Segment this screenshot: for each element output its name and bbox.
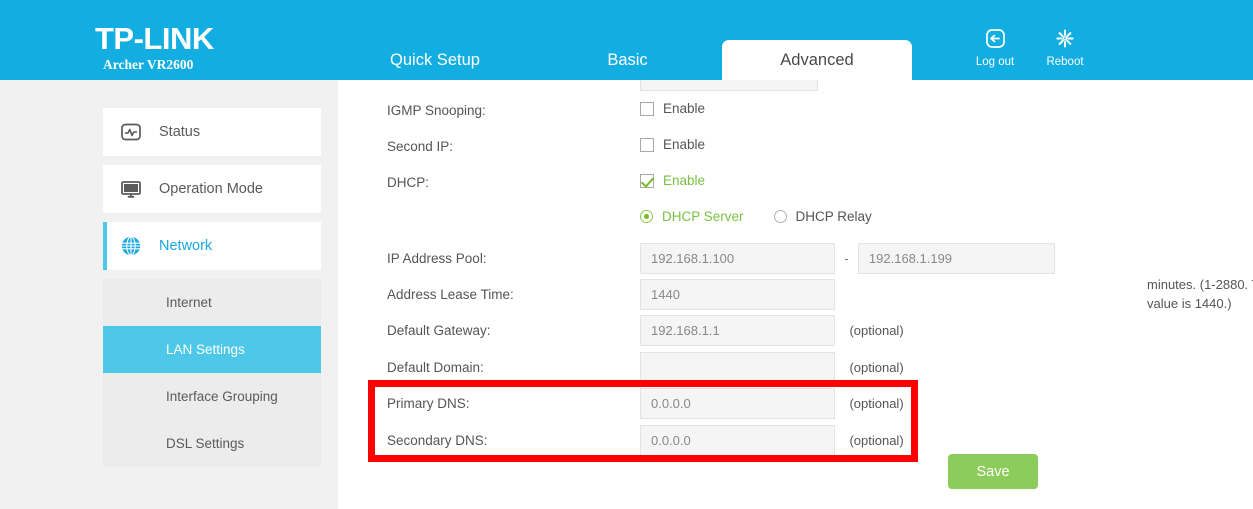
tab-quick-setup[interactable]: Quick Setup xyxy=(340,40,530,80)
default-domain-hint: (optional) xyxy=(849,360,904,375)
dhcp-checkbox[interactable]: Enable xyxy=(640,173,705,188)
checkbox-label: Enable xyxy=(663,137,706,152)
sidebar-item-label: Operation Mode xyxy=(159,181,263,197)
row-dhcp-mode: DHCP Server DHCP Relay xyxy=(338,209,1253,245)
row-address-lease-time: Address Lease Time: 1440 minutes. (1-288… xyxy=(338,277,1253,315)
secondary-dns-label: Secondary DNS: xyxy=(387,433,488,448)
address-lease-time-hint: minutes. (1-2880. The default value is 1… xyxy=(1147,277,1253,311)
sidebar-subitem-dsl-settings[interactable]: DSL Settings xyxy=(103,420,321,467)
dhcp-label: DHCP: xyxy=(387,175,430,190)
brand: TP-LINK Archer VR2600 xyxy=(95,22,214,73)
settings-form: IGMP Snooping: Enable Second IP: Enable … xyxy=(338,80,1253,509)
ip-address-pool-label: IP Address Pool: xyxy=(387,251,487,266)
radio-dot xyxy=(773,210,787,223)
reboot-label: Reboot xyxy=(1046,56,1084,68)
save-button[interactable]: Save xyxy=(948,454,1038,489)
row-ip-address-pool: IP Address Pool: 192.168.1.100 - 192.168… xyxy=(338,243,1253,279)
sidebar-item-status[interactable]: Status xyxy=(103,108,321,156)
checkbox-label: Enable xyxy=(663,101,706,116)
default-gateway-input[interactable]: 192.168.1.1 xyxy=(640,315,835,346)
default-domain-field: (optional) xyxy=(640,352,904,383)
row-second-ip: Second IP: Enable xyxy=(338,137,1253,173)
reboot-button[interactable]: Reboot xyxy=(1030,28,1100,69)
row-secondary-dns: Secondary DNS: 0.0.0.0 (optional) xyxy=(338,425,1253,461)
radio-label: DHCP Relay xyxy=(795,209,872,224)
primary-dns-field: 0.0.0.0 (optional) xyxy=(640,388,904,419)
default-gateway-field: 192.168.1.1 (optional) xyxy=(640,315,904,346)
scrolled-input-partial[interactable] xyxy=(640,80,818,91)
status-monitor-icon xyxy=(103,120,159,144)
radio-dhcp-relay[interactable]: DHCP Relay xyxy=(773,209,872,224)
radio-dhcp-server[interactable]: DHCP Server xyxy=(640,209,744,224)
row-default-gateway: Default Gateway: 192.168.1.1 (optional) xyxy=(338,315,1253,351)
secondary-dns-input[interactable]: 0.0.0.0 xyxy=(640,425,835,456)
sidebar-item-label: Network xyxy=(159,238,213,254)
second-ip-field: Enable xyxy=(640,137,705,157)
sidebar-submenu: Internet LAN Settings Interface Grouping… xyxy=(103,279,321,467)
ip-pool-start-input[interactable]: 192.168.1.100 xyxy=(640,243,835,274)
sidebar-item-label: Status xyxy=(159,124,201,140)
address-lease-time-input[interactable]: 1440 xyxy=(640,279,835,310)
second-ip-checkbox[interactable]: Enable xyxy=(640,137,705,152)
header-actions: Log out Reboot xyxy=(960,28,1110,76)
checkbox-box xyxy=(640,137,654,152)
primary-dns-hint: (optional) xyxy=(849,396,904,411)
sidebar-item-operation-mode[interactable]: Operation Mode xyxy=(103,165,321,213)
display-icon xyxy=(103,177,159,201)
igmp-snooping-field: Enable xyxy=(640,101,705,121)
sidebar-subitem-internet[interactable]: Internet xyxy=(103,279,321,326)
page-header: TP-LINK Archer VR2600 Quick Setup Basic … xyxy=(0,0,1253,80)
radio-label: DHCP Server xyxy=(662,209,744,224)
reboot-icon xyxy=(1030,28,1100,52)
secondary-dns-hint: (optional) xyxy=(849,433,904,448)
secondary-dns-field: 0.0.0.0 (optional) xyxy=(640,425,904,456)
globe-icon xyxy=(103,234,159,258)
primary-dns-label: Primary DNS: xyxy=(387,396,470,411)
checkbox-label: Enable xyxy=(663,173,706,188)
radio-dot xyxy=(640,210,653,223)
logout-label: Log out xyxy=(975,56,1015,68)
address-lease-time-field: 1440 minutes. (1-2880. The default value… xyxy=(640,277,1253,311)
row-dhcp: DHCP: Enable xyxy=(338,173,1253,209)
logout-button[interactable]: Log out xyxy=(960,28,1030,69)
row-default-domain: Default Domain: (optional) xyxy=(338,352,1253,388)
ip-pool-end-input[interactable]: 192.168.1.199 xyxy=(857,243,1055,274)
sidebar-item-network[interactable]: Network xyxy=(103,222,321,270)
checkbox-box xyxy=(640,173,654,188)
default-gateway-hint: (optional) xyxy=(849,323,904,338)
sidebar-subitem-interface-grouping[interactable]: Interface Grouping xyxy=(103,373,321,420)
primary-dns-input[interactable]: 0.0.0.0 xyxy=(640,388,835,419)
sidebar-subitem-lan-settings[interactable]: LAN Settings xyxy=(103,326,321,373)
igmp-snooping-label: IGMP Snooping: xyxy=(387,103,486,118)
default-domain-label: Default Domain: xyxy=(387,360,484,375)
router-admin-page: TP-LINK Archer VR2600 Quick Setup Basic … xyxy=(0,0,1253,509)
igmp-snooping-checkbox[interactable]: Enable xyxy=(640,101,705,116)
ip-address-pool-field: 192.168.1.100 - 192.168.1.199 xyxy=(640,243,1055,274)
checkbox-box xyxy=(640,101,654,116)
tab-advanced[interactable]: Advanced xyxy=(722,40,912,80)
row-primary-dns: Primary DNS: 0.0.0.0 (optional) xyxy=(338,388,1253,424)
default-gateway-label: Default Gateway: xyxy=(387,323,491,338)
brand-model: Archer VR2600 xyxy=(103,57,194,72)
logout-icon xyxy=(960,28,1030,52)
default-domain-input[interactable] xyxy=(640,352,835,383)
second-ip-label: Second IP: xyxy=(387,139,454,154)
ip-pool-separator: - xyxy=(844,251,849,266)
tab-basic[interactable]: Basic xyxy=(555,40,700,80)
brand-logo: TP-LINK xyxy=(95,21,214,56)
dhcp-field: Enable xyxy=(640,173,705,193)
address-lease-time-label: Address Lease Time: xyxy=(387,287,514,302)
sidebar: Status Operation Mode Network Internet L… xyxy=(0,80,338,509)
row-igmp-snooping: IGMP Snooping: Enable xyxy=(338,101,1253,137)
dhcp-mode-field: DHCP Server DHCP Relay xyxy=(640,209,902,224)
